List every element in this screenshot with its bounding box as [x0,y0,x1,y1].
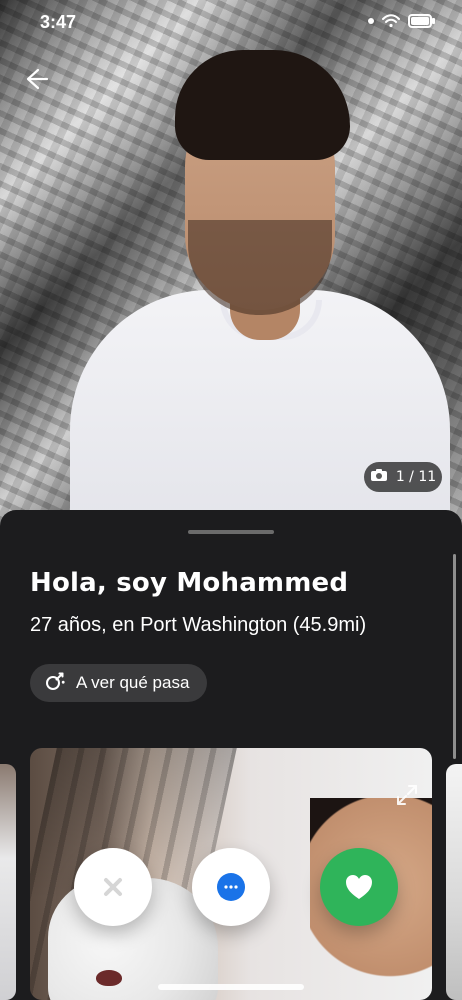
close-icon [104,878,122,896]
dismiss-button[interactable] [74,848,152,926]
camera-icon [370,468,388,486]
profile-title: Hola, soy Mohammed [30,568,349,598]
battery-icon [408,14,436,28]
photo-counter-text: 1 / 11 [395,469,437,485]
message-button[interactable] [192,848,270,926]
next-photo-peek[interactable] [446,764,462,1000]
previous-photo-peek[interactable] [0,764,16,1000]
profile-hero-photo[interactable] [0,0,462,540]
profile-sheet[interactable]: Hola, soy Mohammed 27 años, en Port Wash… [0,510,462,1000]
intent-pill[interactable]: A ver qué pasa [30,664,208,702]
scroll-indicator[interactable] [453,554,456,759]
like-button[interactable] [320,848,398,926]
heart-icon [346,875,372,899]
expand-icon[interactable] [392,780,422,810]
status-time: 3:47 [40,12,77,32]
home-indicator [158,984,304,990]
signal-icon [368,18,374,24]
sheet-handle[interactable] [188,530,274,534]
hair [175,50,350,160]
photo-counter[interactable]: 1 / 11 [364,462,442,492]
intent-label: A ver qué pasa [76,673,190,692]
back-button[interactable] [18,62,52,96]
chat-icon [217,873,245,901]
profile-subtitle: 27 años, en Port Washington (45.9mi) [30,614,367,636]
wifi-icon [382,14,400,28]
back-arrow-icon [26,68,49,90]
intent-icon [44,670,66,697]
status-icons [368,14,436,28]
status-bar: 3:47 [0,0,462,46]
